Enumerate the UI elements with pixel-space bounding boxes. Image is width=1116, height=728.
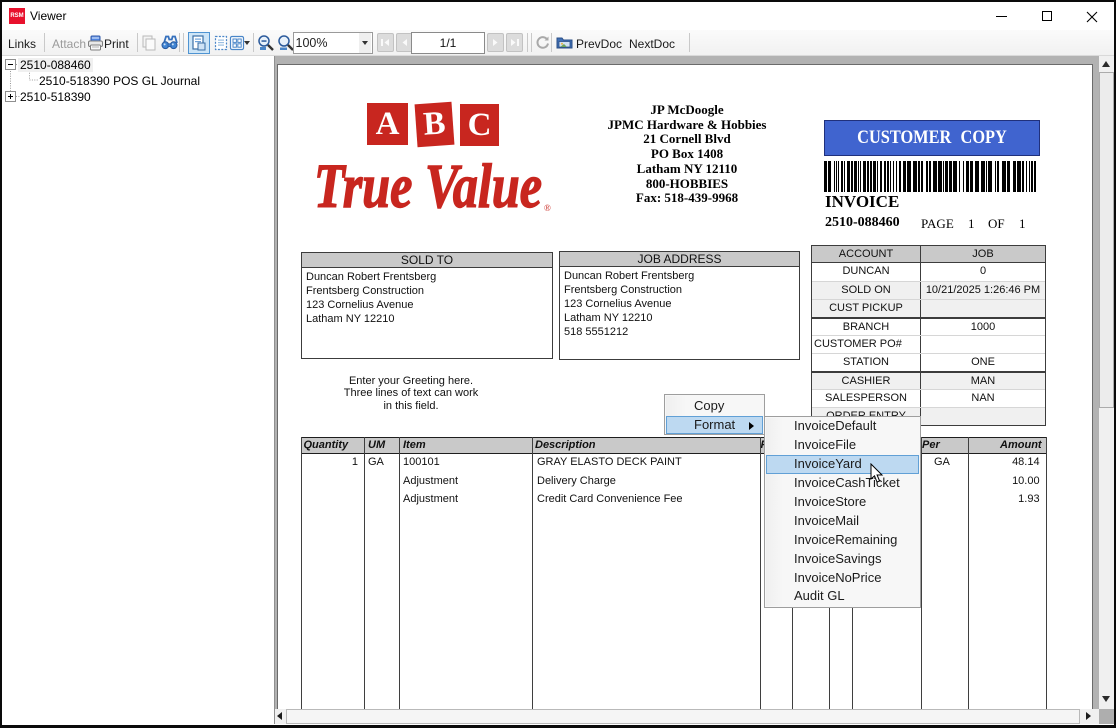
- svg-text:True Value: True Value: [314, 155, 542, 217]
- svg-text:®: ®: [544, 203, 551, 213]
